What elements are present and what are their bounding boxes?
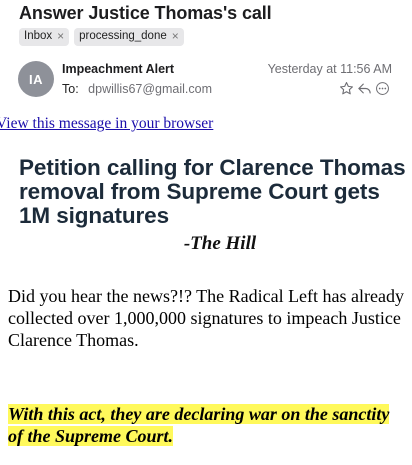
remove-tag-icon[interactable]: ×: [57, 29, 64, 44]
tag-processing-done[interactable]: processing_done ×: [74, 28, 184, 46]
highlighted-quote: With this act, they are declaring war on…: [8, 403, 408, 447]
avatar: IA: [18, 61, 54, 97]
body-paragraph: Did you hear the news?!? The Radical Lef…: [8, 286, 404, 350]
view-in-browser-link[interactable]: View this message in your browser: [0, 115, 213, 133]
article-headline: Petition calling for Clarence Thomas rem…: [19, 155, 406, 228]
tag-list: Inbox × processing_done ×: [19, 28, 184, 46]
reply-icon[interactable]: [357, 81, 372, 96]
star-icon[interactable]: [339, 81, 354, 96]
more-icon[interactable]: [375, 81, 390, 96]
highlighted-quote-text: With this act, they are declaring war on…: [8, 404, 390, 446]
headline-attribution: -The Hill: [183, 233, 257, 254]
sender-name[interactable]: Impeachment Alert: [62, 62, 174, 76]
recipient-address[interactable]: dpwillis67@gmail.com: [88, 82, 212, 96]
recipient-line: To: dpwillis67@gmail.com: [62, 82, 212, 96]
tag-label: processing_done: [79, 30, 167, 42]
message-actions: [339, 81, 390, 96]
email-date: Yesterday at 11:56 AM: [267, 62, 392, 76]
email-subject: Answer Justice Thomas's call: [19, 3, 272, 23]
remove-tag-icon[interactable]: ×: [172, 29, 179, 44]
tag-inbox[interactable]: Inbox ×: [19, 28, 70, 46]
to-label: To:: [62, 82, 79, 96]
tag-label: Inbox: [24, 30, 53, 42]
